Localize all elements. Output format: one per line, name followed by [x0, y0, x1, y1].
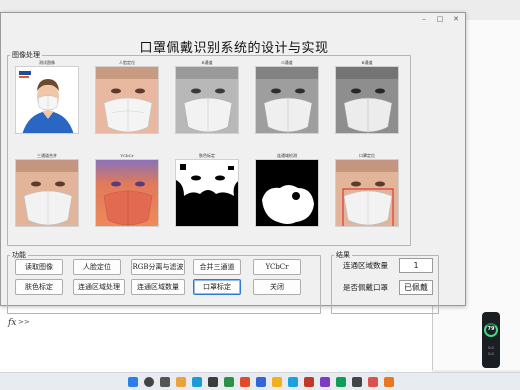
mask-status-label: 是否佩戴口罩	[343, 283, 388, 292]
app-icon-6[interactable]	[288, 377, 298, 387]
mask-status-field: 已佩戴	[399, 280, 433, 295]
app-icon-4[interactable]	[256, 377, 266, 387]
task-view-icon[interactable]	[160, 377, 170, 387]
app-icon-5[interactable]	[272, 377, 282, 387]
r-channel-image	[175, 66, 239, 134]
close-window-icon[interactable]: ✕	[451, 14, 461, 24]
face-locate-button[interactable]: 人脸定位	[73, 259, 121, 275]
merge-channels-button[interactable]: 合并三通道	[193, 259, 241, 275]
rgb-split-button[interactable]: RGB分离与滤波	[131, 259, 185, 275]
face-locate-image	[95, 66, 159, 134]
app-icon-11[interactable]	[368, 377, 378, 387]
region-count-button[interactable]: 连通区域数量	[131, 279, 185, 295]
widget-line-1: 0.0	[488, 346, 494, 350]
title-bar: – □ ✕	[1, 13, 465, 25]
g-channel-image	[255, 66, 319, 134]
maximize-icon[interactable]: □	[435, 14, 445, 24]
performance-widget[interactable]: 79 0.0 0.0	[482, 312, 500, 368]
region-count-label: 连通区域数量	[343, 261, 388, 270]
ycbcr-button[interactable]: YCbCr	[253, 259, 301, 275]
command-prompt[interactable]: >>	[18, 318, 30, 326]
edge-icon[interactable]	[192, 377, 202, 387]
fx-icon: fx	[8, 318, 17, 328]
matlab-icon[interactable]	[384, 377, 394, 387]
minimize-icon[interactable]: –	[419, 14, 429, 24]
b-channel-image	[335, 66, 399, 134]
region-count-field: 1	[399, 258, 433, 273]
region-process-button[interactable]: 连通区域处理	[73, 279, 125, 295]
taskbar	[0, 372, 520, 390]
merged-channels-image	[15, 159, 79, 227]
app-icon-8[interactable]	[320, 377, 330, 387]
skin-mark-button[interactable]: 肤色标定	[15, 279, 63, 295]
result-panel-title: 结果	[336, 251, 350, 259]
app-window: – □ ✕ 口罩佩戴识别系统的设计与实现 图像处理 测试图像 人脸定位 R通道 …	[0, 12, 466, 314]
close-button[interactable]: 关闭	[253, 279, 301, 295]
search-icon[interactable]	[144, 377, 154, 387]
file-explorer-icon[interactable]	[176, 377, 186, 387]
app-icon-10[interactable]	[352, 377, 362, 387]
widget-line-2: 0.0	[488, 352, 494, 356]
gauge-percent: 79	[487, 326, 495, 332]
mask-locate-button[interactable]: 口罩标定	[193, 279, 241, 295]
test-image	[15, 66, 79, 134]
skin-mark-image	[175, 159, 239, 227]
app-icon-7[interactable]	[304, 377, 314, 387]
region-detect-image	[255, 159, 319, 227]
read-image-button[interactable]: 读取图像	[15, 259, 63, 275]
command-window[interactable]: fx >>	[0, 305, 432, 372]
tile-caption: YCbCr	[120, 153, 134, 158]
app-icon-9[interactable]	[336, 377, 346, 387]
app-icon-3[interactable]	[240, 377, 250, 387]
app-icon-2[interactable]	[224, 377, 234, 387]
mask-locate-image	[335, 159, 399, 227]
start-icon[interactable]	[128, 377, 138, 387]
image-panel-title: 图像处理	[12, 51, 40, 59]
ycbcr-image	[95, 159, 159, 227]
app-icon-1[interactable]	[208, 377, 218, 387]
